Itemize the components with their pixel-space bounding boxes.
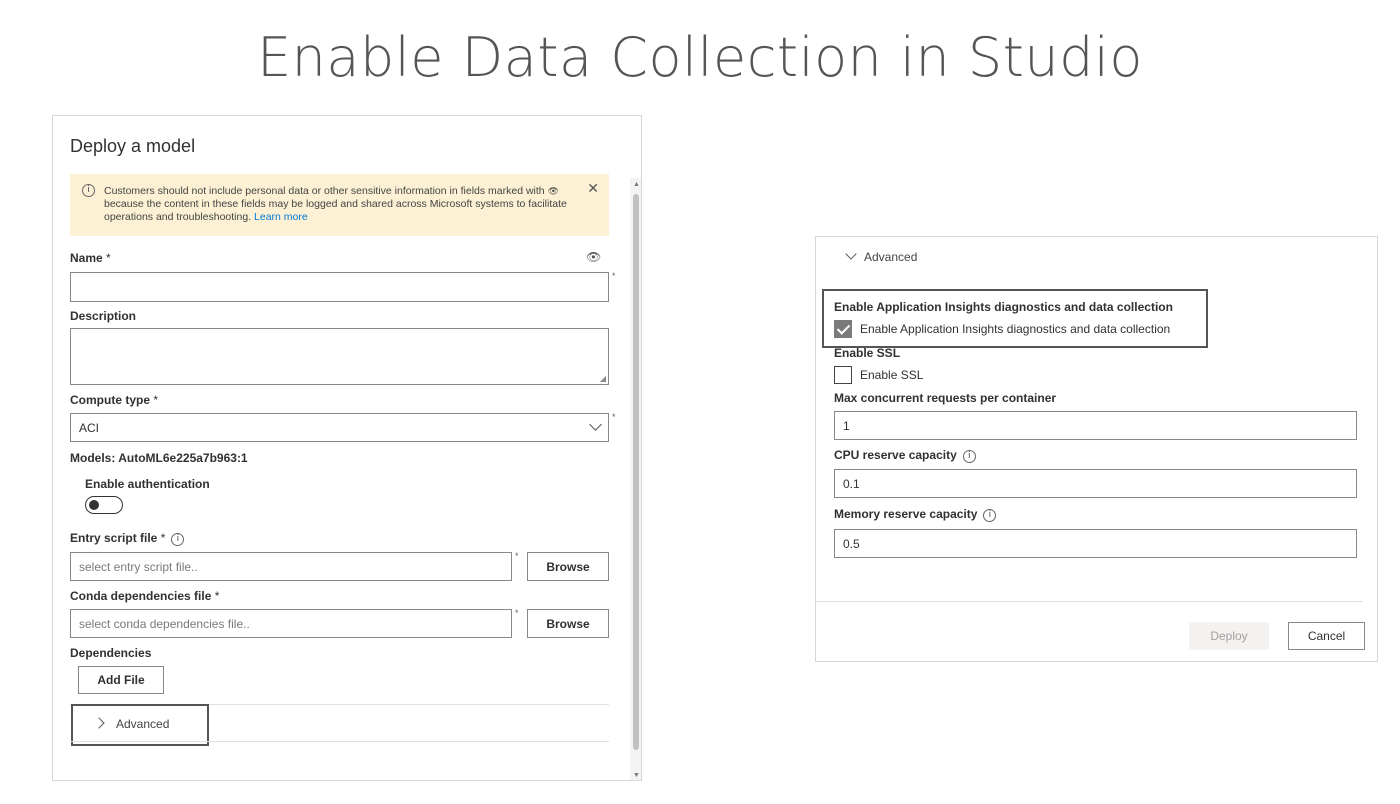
toggle-knob	[89, 500, 99, 510]
dependencies-label: Dependencies	[70, 646, 152, 660]
conda-label: Conda dependencies file *	[70, 589, 220, 603]
advanced-header[interactable]: Advanced	[864, 250, 917, 264]
memory-input[interactable]: 0.5	[834, 529, 1357, 558]
ssl-checkbox[interactable]	[834, 366, 852, 384]
advanced-panel: Advanced Enable Application Insights dia…	[815, 236, 1378, 662]
entry-script-input[interactable]: select entry script file..	[70, 552, 512, 581]
notice-text: Customers should not include personal da…	[104, 185, 567, 223]
entry-script-label: Entry script file * i	[70, 531, 185, 546]
compute-type-select[interactable]: ACI	[70, 413, 609, 442]
compute-type-label: Compute type *	[70, 393, 159, 407]
app-insights-heading: Enable Application Insights diagnostics …	[834, 300, 1173, 314]
name-input[interactable]	[70, 272, 609, 302]
scrollbar-thumb[interactable]	[633, 194, 639, 750]
ssl-heading: Enable SSL	[834, 346, 901, 360]
memory-label: Memory reserve capacity i	[834, 507, 997, 522]
name-label: Name *	[70, 251, 111, 265]
eye-icon: 👁	[547, 186, 559, 196]
advanced-toggle[interactable]: Advanced	[116, 717, 169, 731]
enable-auth-label: Enable authentication	[85, 477, 210, 491]
required-marker: *	[612, 412, 616, 422]
info-icon: i	[171, 533, 185, 546]
resize-grip-icon[interactable]: ◢	[600, 374, 606, 383]
scroll-down-icon[interactable]: ▼	[633, 772, 640, 779]
close-icon[interactable]: ✕	[587, 181, 599, 195]
slide-title: Enable Data Collection in Studio	[257, 26, 1143, 89]
description-label: Description	[70, 309, 137, 323]
models-text: Models: AutoML6e225a7b963:1	[70, 451, 248, 465]
required-marker: *	[515, 608, 519, 618]
info-icon: i	[983, 509, 997, 522]
divider	[816, 601, 1363, 602]
info-icon: i	[82, 184, 95, 197]
chevron-down-icon	[589, 418, 602, 431]
app-insights-highlight-box	[822, 289, 1208, 348]
info-icon: i	[962, 450, 976, 463]
required-marker: *	[515, 551, 519, 561]
learn-more-link[interactable]: Learn more	[254, 211, 308, 223]
cpu-input[interactable]: 0.1	[834, 469, 1357, 498]
ssl-checkbox-label[interactable]: Enable SSL	[860, 368, 923, 382]
scrollbar[interactable]: ▲ ▼	[630, 178, 641, 780]
max-requests-label: Max concurrent requests per container	[834, 391, 1057, 405]
required-marker: *	[612, 271, 616, 281]
panel-title: Deploy a model	[70, 136, 196, 156]
chevron-down-icon	[845, 248, 857, 260]
deploy-model-panel: Deploy a model i Customers should not in…	[52, 115, 642, 781]
max-requests-input[interactable]: 1	[834, 411, 1357, 440]
browse-entry-script-button[interactable]: Browse	[527, 552, 609, 581]
divider	[70, 741, 609, 742]
app-insights-checkbox-label[interactable]: Enable Application Insights diagnostics …	[860, 322, 1170, 336]
scroll-up-icon[interactable]: ▲	[633, 181, 640, 188]
app-insights-checkbox[interactable]	[834, 320, 852, 338]
deploy-button[interactable]: Deploy	[1189, 622, 1269, 650]
enable-auth-toggle[interactable]	[85, 496, 123, 514]
privacy-notice: i Customers should not include personal …	[70, 174, 609, 236]
cancel-button[interactable]: Cancel	[1288, 622, 1365, 650]
browse-conda-button[interactable]: Browse	[527, 609, 609, 638]
description-textarea[interactable]: ◢	[70, 328, 609, 385]
cpu-label: CPU reserve capacity i	[834, 448, 976, 463]
conda-input[interactable]: select conda dependencies file..	[70, 609, 512, 638]
eye-icon: 👁	[586, 250, 602, 264]
add-file-button[interactable]: Add File	[78, 666, 164, 694]
